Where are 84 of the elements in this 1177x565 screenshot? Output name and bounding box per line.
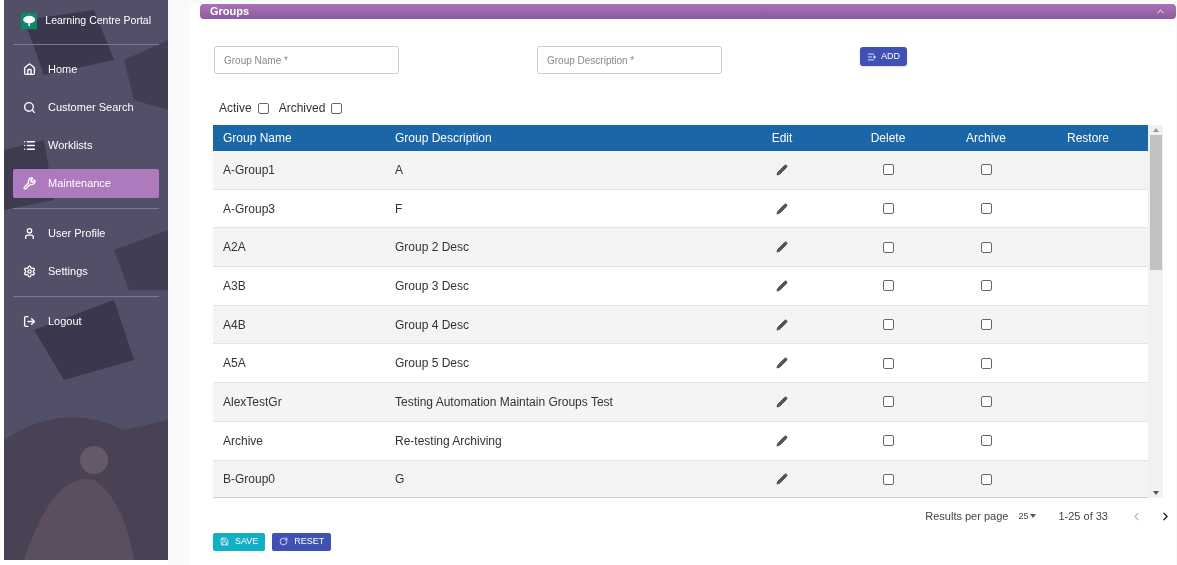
edit-icon[interactable]	[776, 279, 788, 292]
edit-icon[interactable]	[776, 473, 788, 486]
table-cell: A4B	[223, 317, 246, 332]
nav-item[interactable]: Worklists	[13, 131, 159, 160]
table-cell: G	[395, 472, 405, 487]
edit-icon[interactable]	[776, 241, 788, 254]
scroll-up-icon	[1152, 128, 1159, 132]
group-description-field[interactable]: Group Description *	[537, 46, 722, 74]
archive-checkbox[interactable]	[980, 396, 992, 408]
delete-checkbox[interactable]	[882, 241, 894, 253]
table-cell: AlexTestGr	[223, 394, 282, 409]
scrollbar[interactable]	[1148, 125, 1163, 498]
home-icon	[23, 63, 36, 76]
table-cell: A3B	[223, 278, 246, 293]
delete-checkbox[interactable]	[882, 164, 894, 176]
table-cell: Group 4 Desc	[395, 317, 470, 332]
page-range: 1-25 of 33	[1058, 509, 1108, 524]
delete-checkbox[interactable]	[882, 319, 894, 331]
panel-header[interactable]: Groups	[200, 4, 1176, 19]
archive-checkbox[interactable]	[980, 319, 992, 331]
filter-label: Active	[219, 100, 252, 117]
filter-label: Archived	[278, 100, 326, 117]
edit-icon[interactable]	[776, 202, 788, 215]
archive-checkbox[interactable]	[980, 435, 992, 447]
search-icon	[23, 101, 36, 114]
settings-icon	[23, 265, 36, 278]
archive-checkbox[interactable]	[980, 164, 992, 176]
table-cell: Group 5 Desc	[395, 356, 470, 371]
nav-item[interactable]: Customer Search	[13, 93, 159, 122]
column-header: Delete	[869, 130, 907, 147]
table-cell: Group 2 Desc	[395, 240, 470, 255]
table-cell: A-Group1	[223, 162, 276, 177]
delete-checkbox[interactable]	[882, 203, 894, 215]
archive-checkbox[interactable]	[980, 203, 992, 215]
column-header: Restore	[1066, 130, 1110, 147]
table-cell: A2A	[223, 240, 246, 255]
dropdown-caret-icon	[1030, 514, 1037, 519]
add-button[interactable]: ADD	[860, 47, 907, 66]
table-cell: A5A	[223, 356, 246, 371]
delete-checkbox[interactable]	[882, 396, 894, 408]
table-cell: Testing Automation Maintain Groups Test	[395, 394, 613, 409]
list-icon	[23, 139, 36, 152]
column-header: Group Name	[222, 130, 293, 147]
edit-icon[interactable]	[776, 357, 788, 370]
archive-checkbox[interactable]	[980, 280, 992, 292]
reset-button[interactable]: RESET	[272, 532, 332, 551]
portal-title: Learning Centre Portal	[45, 13, 151, 29]
edit-icon[interactable]	[776, 395, 788, 408]
archive-checkbox[interactable]	[980, 241, 992, 253]
filter-checkbox[interactable]	[257, 102, 269, 114]
column-header: Archive	[965, 130, 1007, 147]
nav-item[interactable]: User Profile	[13, 219, 159, 248]
table-cell: F	[395, 201, 403, 216]
table-cell: A-Group3	[223, 201, 276, 216]
nav-item[interactable]: Settings	[13, 257, 159, 286]
column-header: Edit	[770, 130, 794, 147]
table-cell: Re-testing Archiving	[395, 433, 502, 448]
edit-icon[interactable]	[776, 163, 788, 176]
wrench-icon	[23, 177, 36, 190]
delete-checkbox[interactable]	[882, 473, 894, 485]
nav-item[interactable]: Home	[13, 55, 159, 84]
table-cell: Group 3 Desc	[395, 278, 470, 293]
table-cell: Archive	[223, 433, 263, 448]
edit-icon[interactable]	[776, 318, 788, 331]
scroll-down-icon	[1152, 491, 1159, 495]
edit-icon[interactable]	[776, 434, 788, 447]
delete-checkbox[interactable]	[882, 357, 894, 369]
user-icon	[23, 227, 36, 240]
reset-icon	[279, 537, 289, 546]
delete-checkbox[interactable]	[882, 435, 894, 447]
table-cell: A	[395, 162, 403, 177]
archive-checkbox[interactable]	[980, 357, 992, 369]
add-list-icon	[867, 51, 877, 62]
column-header: Group Description	[394, 130, 493, 147]
table-cell: B-Group0	[223, 472, 276, 487]
group-name-field[interactable]: Group Name *	[214, 46, 399, 74]
per-page-select[interactable]: 25	[1018, 509, 1037, 523]
filter-checkbox[interactable]	[331, 102, 343, 114]
save-icon	[220, 537, 229, 546]
logout-icon	[23, 315, 36, 328]
archive-checkbox[interactable]	[980, 473, 992, 485]
results-per-page-label: Results per page	[925, 509, 1009, 524]
delete-checkbox[interactable]	[882, 280, 894, 292]
nav-item[interactable]: Logout	[13, 307, 159, 336]
